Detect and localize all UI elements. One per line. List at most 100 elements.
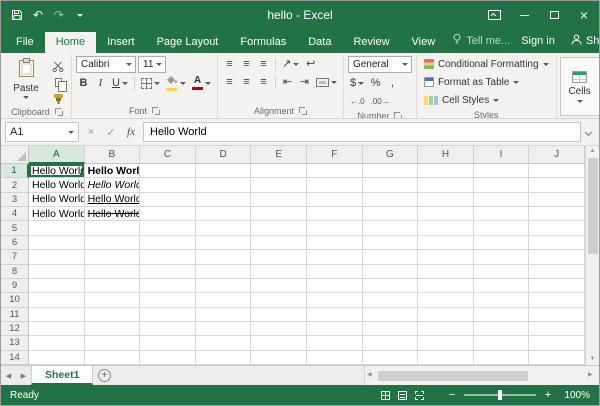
cell-I5[interactable]: [474, 221, 530, 235]
tab-data[interactable]: Data: [297, 32, 342, 53]
save-icon[interactable]: [7, 4, 27, 26]
alignment-dialog-launcher[interactable]: [299, 107, 307, 115]
cell-C11[interactable]: [140, 308, 196, 322]
cell-F3[interactable]: [307, 193, 363, 207]
cell-B3[interactable]: Hello World: [85, 193, 141, 207]
cell-B11[interactable]: [85, 308, 141, 322]
cell-H2[interactable]: [418, 178, 474, 192]
column-header-I[interactable]: I: [474, 146, 530, 164]
cell-E13[interactable]: [251, 336, 307, 350]
cell-J12[interactable]: [529, 322, 585, 336]
cell-J9[interactable]: [529, 279, 585, 293]
cell-F11[interactable]: [307, 308, 363, 322]
cell-F13[interactable]: [307, 336, 363, 350]
cell-E2[interactable]: [251, 178, 307, 192]
format-painter-button[interactable]: [49, 92, 67, 105]
cell-B4[interactable]: Hello World: [85, 207, 141, 221]
cell-C8[interactable]: [140, 265, 196, 279]
cell-A10[interactable]: [29, 293, 85, 307]
cell-G12[interactable]: [363, 322, 419, 336]
cell-B12[interactable]: [85, 322, 141, 336]
close-button[interactable]: ×: [569, 1, 599, 29]
cell-I4[interactable]: [474, 207, 530, 221]
cell-A13[interactable]: [29, 336, 85, 350]
column-header-H[interactable]: H: [418, 146, 474, 164]
zoom-level[interactable]: 100%: [560, 390, 590, 401]
cell-C4[interactable]: [140, 207, 196, 221]
align-right-button[interactable]: ≡: [256, 74, 271, 90]
column-header-F[interactable]: F: [307, 146, 363, 164]
font-name-select[interactable]: Calibri: [76, 56, 136, 73]
cell-E6[interactable]: [251, 236, 307, 250]
cell-J13[interactable]: [529, 336, 585, 350]
cell-H14[interactable]: [418, 351, 474, 365]
row-header-6[interactable]: 6: [1, 236, 29, 250]
cell-J10[interactable]: [529, 293, 585, 307]
cell-E7[interactable]: [251, 250, 307, 264]
cell-J5[interactable]: [529, 221, 585, 235]
cell-A11[interactable]: [29, 308, 85, 322]
cell-F6[interactable]: [307, 236, 363, 250]
row-header-2[interactable]: 2: [1, 178, 29, 192]
row-header-11[interactable]: 11: [1, 308, 29, 322]
cell-J11[interactable]: [529, 308, 585, 322]
cell-A8[interactable]: [29, 265, 85, 279]
zoom-out-button[interactable]: −: [447, 389, 457, 401]
column-header-J[interactable]: J: [529, 146, 585, 164]
cell-D1[interactable]: [196, 164, 252, 178]
cell-G7[interactable]: [363, 250, 419, 264]
tell-me-box[interactable]: Tell me...: [446, 29, 521, 53]
sheet-nav-prev-icon[interactable]: ◀: [1, 366, 16, 385]
cell-G11[interactable]: [363, 308, 419, 322]
cell-F5[interactable]: [307, 221, 363, 235]
tab-view[interactable]: View: [401, 32, 447, 53]
cell-A3[interactable]: Hello World: [29, 193, 85, 207]
cell-D8[interactable]: [196, 265, 252, 279]
cell-H5[interactable]: [418, 221, 474, 235]
cell-E9[interactable]: [251, 279, 307, 293]
cell-I11[interactable]: [474, 308, 530, 322]
cell-H12[interactable]: [418, 322, 474, 336]
cell-F1[interactable]: [307, 164, 363, 178]
cell-A6[interactable]: [29, 236, 85, 250]
font-dialog-launcher[interactable]: [152, 107, 160, 115]
formula-input[interactable]: Hello World: [143, 122, 581, 142]
sign-in-button[interactable]: Sign in: [521, 35, 555, 47]
cell-J7[interactable]: [529, 250, 585, 264]
ribbon-display-options-button[interactable]: [479, 1, 509, 29]
cell-A4[interactable]: Hello World: [29, 207, 85, 221]
cell-D14[interactable]: [196, 351, 252, 365]
cell-A14[interactable]: [29, 351, 85, 365]
number-dialog-launcher[interactable]: [394, 112, 402, 119]
cell-C2[interactable]: [140, 178, 196, 192]
cell-G13[interactable]: [363, 336, 419, 350]
cell-B6[interactable]: [85, 236, 141, 250]
cell-E4[interactable]: [251, 207, 307, 221]
cell-D4[interactable]: [196, 207, 252, 221]
copy-button[interactable]: [49, 76, 67, 89]
cell-E11[interactable]: [251, 308, 307, 322]
cell-F2[interactable]: [307, 178, 363, 192]
cell-C5[interactable]: [140, 221, 196, 235]
row-header-14[interactable]: 14: [1, 351, 29, 365]
cell-H8[interactable]: [418, 265, 474, 279]
cell-D9[interactable]: [196, 279, 252, 293]
tab-formulas[interactable]: Formulas: [229, 32, 297, 53]
cell-E8[interactable]: [251, 265, 307, 279]
cell-G9[interactable]: [363, 279, 419, 293]
cell-H6[interactable]: [418, 236, 474, 250]
cell-E1[interactable]: [251, 164, 307, 178]
cell-J4[interactable]: [529, 207, 585, 221]
top-align-button[interactable]: ≡: [222, 56, 237, 72]
share-button[interactable]: Share: [571, 34, 600, 48]
row-header-12[interactable]: 12: [1, 322, 29, 336]
row-header-4[interactable]: 4: [1, 207, 29, 221]
cell-A1[interactable]: Hello World: [29, 164, 85, 178]
cell-I8[interactable]: [474, 265, 530, 279]
cell-H10[interactable]: [418, 293, 474, 307]
sheet-nav-next-icon[interactable]: ▶: [16, 366, 31, 385]
cell-G4[interactable]: [363, 207, 419, 221]
cell-H1[interactable]: [418, 164, 474, 178]
cell-J14[interactable]: [529, 351, 585, 365]
tab-review[interactable]: Review: [342, 32, 400, 53]
